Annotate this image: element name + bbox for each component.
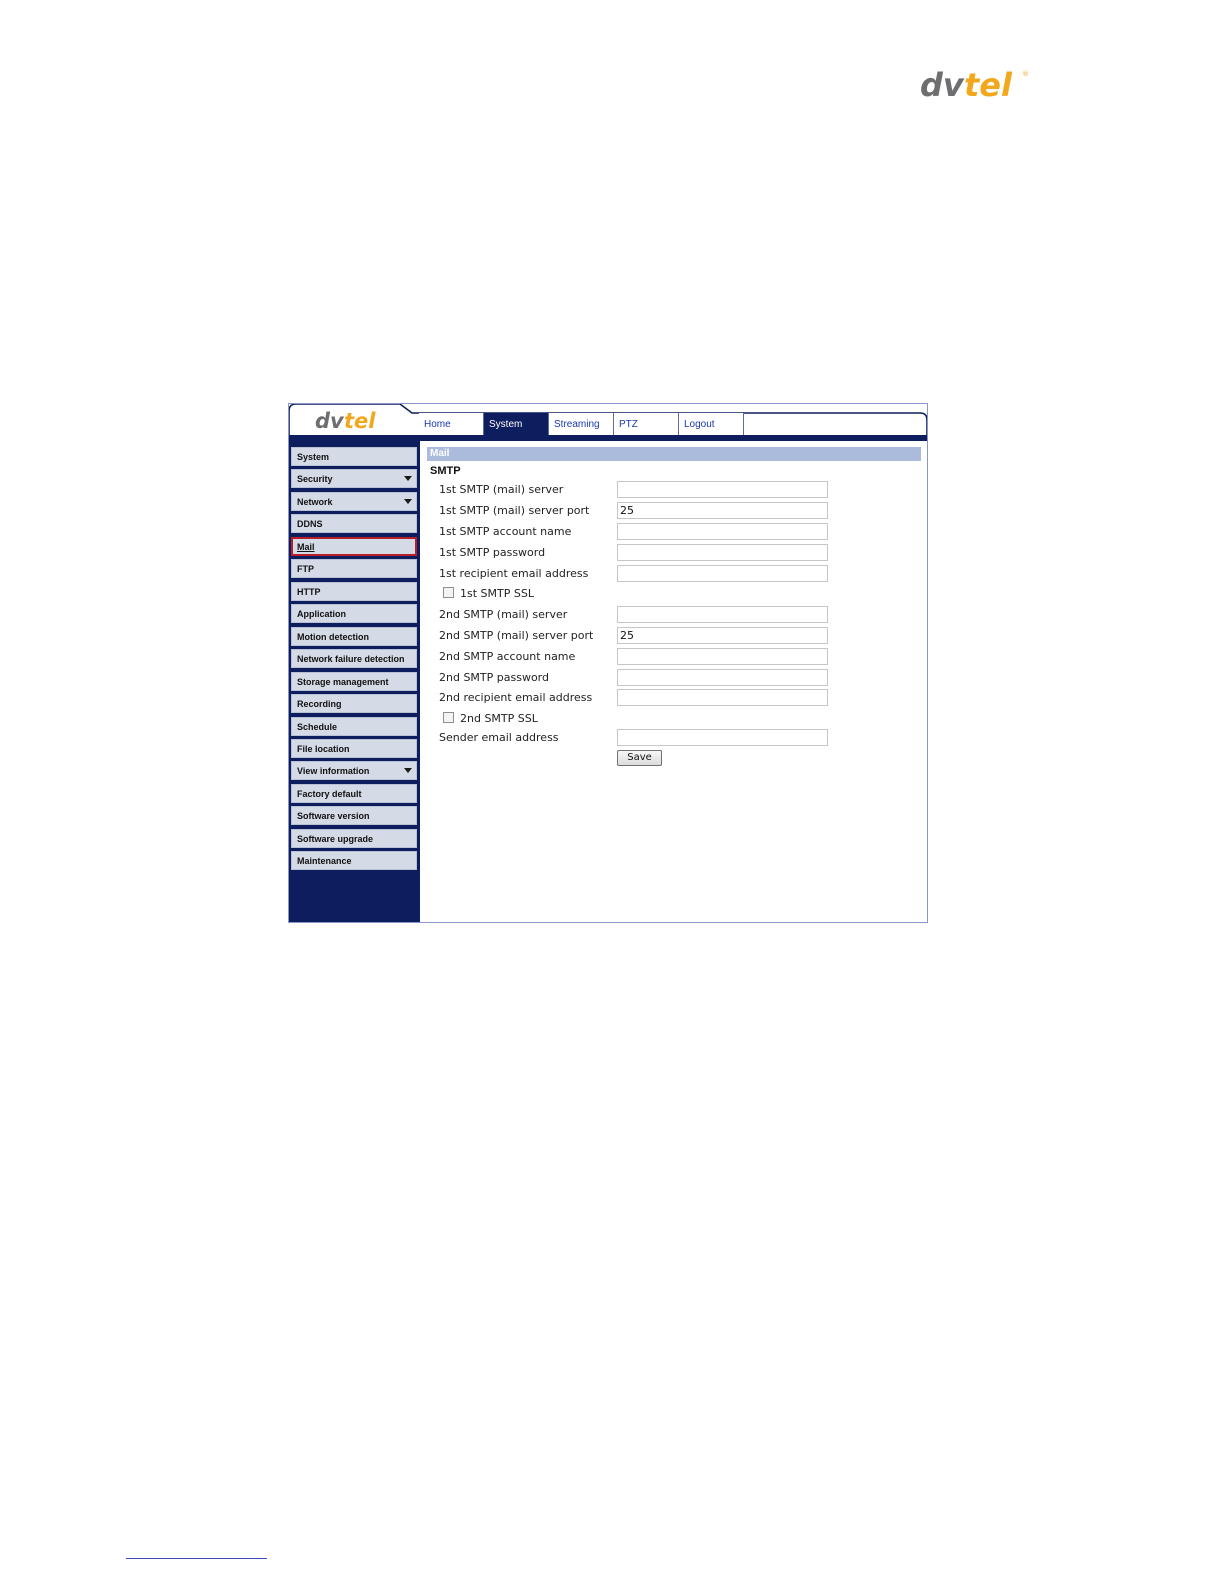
sidebar-item-label: Schedule bbox=[297, 722, 338, 732]
recipient2-label: 2nd recipient email address bbox=[439, 691, 593, 704]
chevron-down-icon bbox=[404, 499, 412, 504]
chevron-down-icon bbox=[404, 476, 412, 481]
smtp1-ssl-label: 1st SMTP SSL bbox=[460, 587, 534, 600]
ui-dvtel-logo: dv tel bbox=[315, 409, 376, 433]
ui-logo-dv: dv bbox=[315, 409, 345, 433]
save-button[interactable]: Save bbox=[617, 750, 662, 766]
sidebar-item-http[interactable]: HTTP bbox=[291, 582, 417, 601]
sidebar-item-label: Recording bbox=[297, 699, 342, 709]
sidebar-item-label: Network failure detection bbox=[297, 654, 405, 664]
sidebar-item-storage-management[interactable]: Storage management bbox=[291, 672, 417, 691]
sidebar-item-schedule[interactable]: Schedule bbox=[291, 717, 417, 736]
sidebar-item-system[interactable]: System bbox=[291, 447, 417, 466]
smtp2-port-input[interactable] bbox=[617, 627, 828, 644]
sidebar-item-ftp[interactable]: FTP bbox=[291, 559, 417, 578]
dvtel-logo: dv tel ® bbox=[920, 66, 1029, 104]
tab-logout[interactable]: Logout bbox=[679, 413, 744, 435]
smtp2-ssl-label: 2nd SMTP SSL bbox=[460, 712, 538, 725]
smtp2-password-label: 2nd SMTP password bbox=[439, 671, 549, 684]
smtp1-server-label: 1st SMTP (mail) server bbox=[439, 483, 564, 496]
smtp2-server-input[interactable] bbox=[617, 606, 828, 623]
smtp2-account-input[interactable] bbox=[617, 648, 828, 665]
sidebar-item-label: Software upgrade bbox=[297, 834, 374, 844]
sidebar-item-label: Maintenance bbox=[297, 856, 352, 866]
sidebar-item-file-location[interactable]: File location bbox=[291, 739, 417, 758]
smtp2-account-label: 2nd SMTP account name bbox=[439, 650, 576, 663]
sidebar-item-label: View information bbox=[297, 766, 370, 776]
smtp1-account-input[interactable] bbox=[617, 523, 828, 540]
sidebar-item-label: File location bbox=[297, 744, 350, 754]
smtp1-ssl-row: 1st SMTP SSL bbox=[443, 587, 534, 600]
section-title-bar: Mail bbox=[427, 447, 921, 461]
sidebar-item-label: Motion detection bbox=[297, 632, 369, 642]
camera-web-ui: dv tel Home System Streaming PTZ Logout … bbox=[288, 403, 928, 923]
logo-reg-mark: ® bbox=[1022, 70, 1029, 78]
smtp1-port-input[interactable] bbox=[617, 502, 828, 519]
sidebar-item-label: Security bbox=[297, 474, 333, 484]
top-tabs: Home System Streaming PTZ Logout bbox=[419, 413, 744, 435]
sidebar-item-label: Factory default bbox=[297, 789, 362, 799]
sidebar-item-label: Network bbox=[297, 497, 333, 507]
ui-logo-tel: tel bbox=[344, 409, 376, 433]
sidebar-item-label: DDNS bbox=[297, 519, 323, 529]
sidebar-item-label: HTTP bbox=[297, 587, 321, 597]
smtp1-account-label: 1st SMTP account name bbox=[439, 525, 572, 538]
recipient1-label: 1st recipient email address bbox=[439, 567, 589, 580]
sidebar-item-view-information[interactable]: View information bbox=[291, 761, 417, 780]
smtp2-server-label: 2nd SMTP (mail) server bbox=[439, 608, 568, 621]
sidebar-item-recording[interactable]: Recording bbox=[291, 694, 417, 713]
smtp1-password-input[interactable] bbox=[617, 544, 828, 561]
sidebar-item-software-version[interactable]: Software version bbox=[291, 806, 417, 825]
sidebar-item-label: FTP bbox=[297, 564, 314, 574]
smtp1-port-label: 1st SMTP (mail) server port bbox=[439, 504, 590, 517]
sidebar-item-label: System bbox=[297, 452, 330, 462]
smtp1-ssl-checkbox[interactable] bbox=[443, 587, 454, 598]
smtp1-password-label: 1st SMTP password bbox=[439, 546, 546, 559]
smtp2-ssl-row: 2nd SMTP SSL bbox=[443, 712, 538, 725]
smtp1-server-input[interactable] bbox=[617, 481, 828, 498]
sidebar-item-security[interactable]: Security bbox=[291, 469, 417, 488]
sidebar-item-factory-default[interactable]: Factory default bbox=[291, 784, 417, 803]
sidebar-item-label: Software version bbox=[297, 811, 370, 821]
sidebar-item-motion-detection[interactable]: Motion detection bbox=[291, 627, 417, 646]
recipient2-input[interactable] bbox=[617, 689, 828, 706]
recipient1-input[interactable] bbox=[617, 565, 828, 582]
smtp2-ssl-checkbox[interactable] bbox=[443, 712, 454, 723]
tab-ptz[interactable]: PTZ bbox=[614, 413, 679, 435]
sidebar-item-network[interactable]: Network bbox=[291, 492, 417, 511]
sender-input[interactable] bbox=[617, 729, 828, 746]
tab-streaming[interactable]: Streaming bbox=[549, 413, 614, 435]
mail-settings-panel: Mail SMTP 1st SMTP (mail) server 1st SMT… bbox=[421, 441, 927, 922]
sidebar-item-ddns[interactable]: DDNS bbox=[291, 514, 417, 533]
sidebar-item-network-failure-detection[interactable]: Network failure detection bbox=[291, 649, 417, 668]
tab-home[interactable]: Home bbox=[419, 413, 484, 435]
tab-system[interactable]: System bbox=[484, 413, 549, 435]
sidebar-item-application[interactable]: Application bbox=[291, 604, 417, 623]
sidebar-item-maintenance[interactable]: Maintenance bbox=[291, 851, 417, 870]
chevron-down-icon bbox=[404, 768, 412, 773]
logo-dv-text: dv bbox=[920, 66, 965, 104]
smtp-heading: SMTP bbox=[430, 465, 461, 477]
sidebar: System Security Network DDNS Mail FTP HT… bbox=[288, 441, 420, 923]
sidebar-item-label: Mail bbox=[297, 542, 315, 552]
smtp2-port-label: 2nd SMTP (mail) server port bbox=[439, 629, 594, 642]
sidebar-item-label: Storage management bbox=[297, 677, 389, 687]
smtp2-password-input[interactable] bbox=[617, 669, 828, 686]
sidebar-item-software-upgrade[interactable]: Software upgrade bbox=[291, 829, 417, 848]
sidebar-item-label: Application bbox=[297, 609, 346, 619]
logo-tel-text: tel bbox=[964, 66, 1013, 104]
sender-label: Sender email address bbox=[439, 731, 559, 744]
footer-divider bbox=[126, 1558, 267, 1559]
sidebar-item-mail[interactable]: Mail bbox=[291, 537, 417, 556]
